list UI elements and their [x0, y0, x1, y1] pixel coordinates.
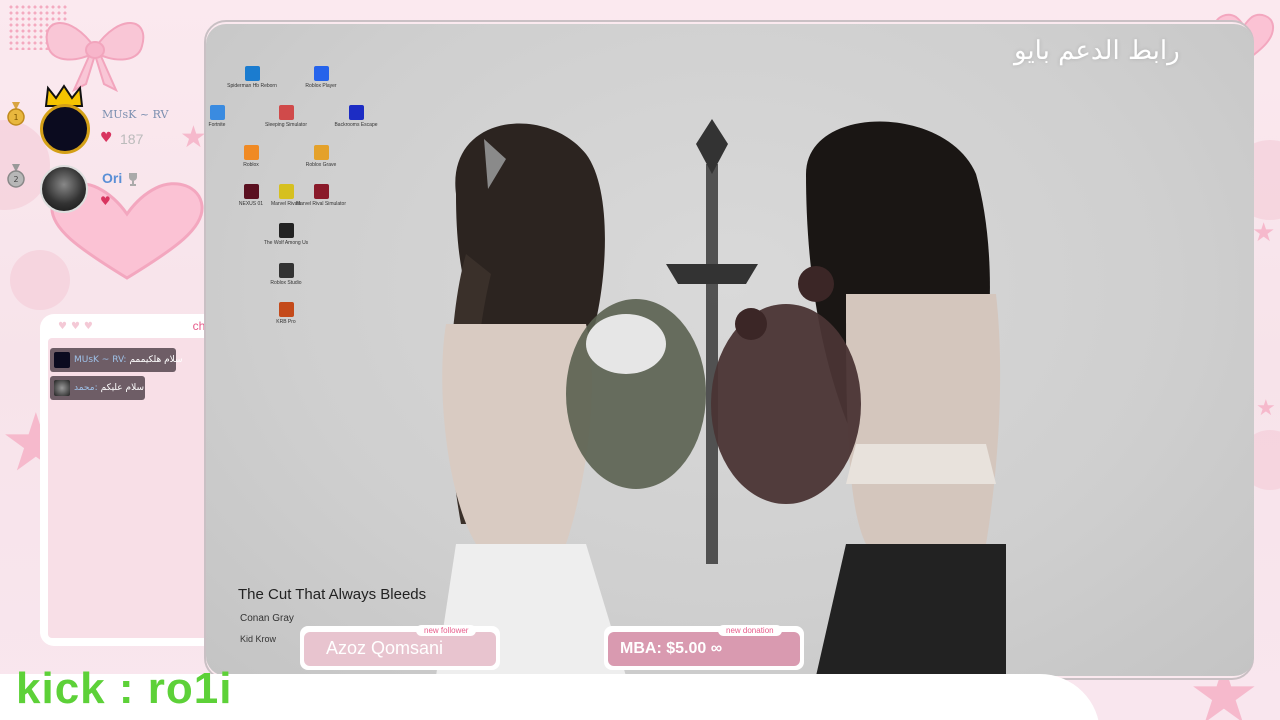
chat-username: محمد: [74, 383, 98, 393]
chat-message: محمد: سلام عليكم [50, 376, 145, 400]
silver-medal-icon: 2 [7, 164, 25, 188]
leaderboard-name-1: MUsK ~ RV [102, 108, 169, 121]
desktop-icon[interactable]: Roblox Grave [291, 145, 351, 168]
follower-alert-tag: new follower [416, 625, 477, 636]
roblox-icon [313, 66, 329, 81]
desktop-icon-label: Sleeping Simulator [265, 122, 307, 128]
trophy-icon [129, 173, 137, 186]
desktop-icon[interactable]: Roblox [221, 145, 281, 168]
desktop-icon-label: The Wolf Among Us [263, 240, 309, 246]
avatar [54, 380, 70, 396]
heart-icon: ♥ [100, 194, 111, 208]
now-playing-artist: Conan Gray [240, 613, 294, 624]
donation-alert-text: MBA: $5.00 ∞ [620, 640, 723, 657]
desktop-icon-label: Spiderman Hb Reborn [227, 83, 277, 89]
support-link-title: رابط الدعم بايو [1014, 36, 1180, 66]
avatar [40, 104, 90, 154]
app-icon [278, 105, 294, 120]
donation-alert-tag: new donation [718, 625, 782, 636]
svg-text:2: 2 [13, 175, 18, 184]
star-decoration: ★ [1252, 218, 1276, 248]
desktop-icon[interactable]: Fortnite [187, 105, 247, 128]
desktop-icon[interactable]: KRB Pro [256, 302, 316, 325]
gold-medal-icon: 1 [7, 102, 25, 126]
avatar [40, 165, 88, 213]
chat-text: سلام عليكم [100, 383, 144, 393]
follower-alert: new follower Azoz Qomsani [300, 625, 500, 670]
desktop-icon-label: Roblox Grave [305, 162, 337, 168]
leaderboard-name-2: Ori [102, 170, 123, 186]
app-icon [348, 105, 364, 120]
now-playing-title: The Cut That Always Bleeds [238, 586, 427, 603]
desktop-icon[interactable]: Marvel Rival Simulator [291, 184, 351, 207]
app-icon [313, 145, 329, 160]
chat-message: MUsK ~ RV: سلام هلكيممم [50, 348, 183, 372]
kick-channel-label: kick : ro1i [16, 664, 233, 713]
donation-alert: new donation MBA: $5.00 ∞ [604, 625, 804, 670]
desktop-icon-label: Fortnite [208, 122, 226, 128]
app-icon [278, 302, 294, 317]
chat-text: سلام هلكيممم [129, 355, 183, 365]
desktop-icon[interactable]: The Wolf Among Us [256, 223, 316, 246]
desktop-icon-label: Roblox [243, 162, 259, 168]
desktop-icon[interactable]: Backrooms Escape [326, 105, 386, 128]
svg-text:1: 1 [13, 113, 18, 122]
chat-username: MUsK ~ RV: [74, 355, 127, 365]
bow-icon [45, 22, 145, 92]
desktop-icon[interactable]: Sleeping Simulator [256, 105, 316, 128]
desktop-icon-label: Roblox Studio [270, 280, 302, 286]
desktop-icon-label: Marvel Rival Simulator [295, 201, 346, 207]
app-icon [243, 145, 259, 160]
follower-alert-name: Azoz Qomsani [326, 638, 444, 658]
desktop-icon-label: Backrooms Escape [334, 122, 378, 128]
fortnite-icon [209, 105, 225, 120]
desktop-icon-label: Roblox Player [305, 83, 337, 89]
star-decoration: ★ [1256, 396, 1276, 421]
app-icon [313, 184, 329, 199]
chat-hearts-decoration: ♥♥♥ [58, 321, 97, 332]
now-playing-requester: Kid Krow [240, 634, 277, 644]
desktop-icon[interactable]: Spiderman Hb Reborn [222, 66, 282, 89]
app-icon [278, 263, 294, 278]
desktop-icon[interactable]: Roblox Player [291, 66, 351, 89]
leaderboard-count-1: 187 [120, 131, 144, 147]
heart-icon: ♥ [100, 130, 113, 146]
app-icon [278, 223, 294, 238]
desktop-icon[interactable]: Roblox Studio [256, 263, 316, 286]
desktop-icon-label: KRB Pro [276, 319, 296, 325]
app-icon [244, 66, 260, 81]
avatar [54, 352, 70, 368]
